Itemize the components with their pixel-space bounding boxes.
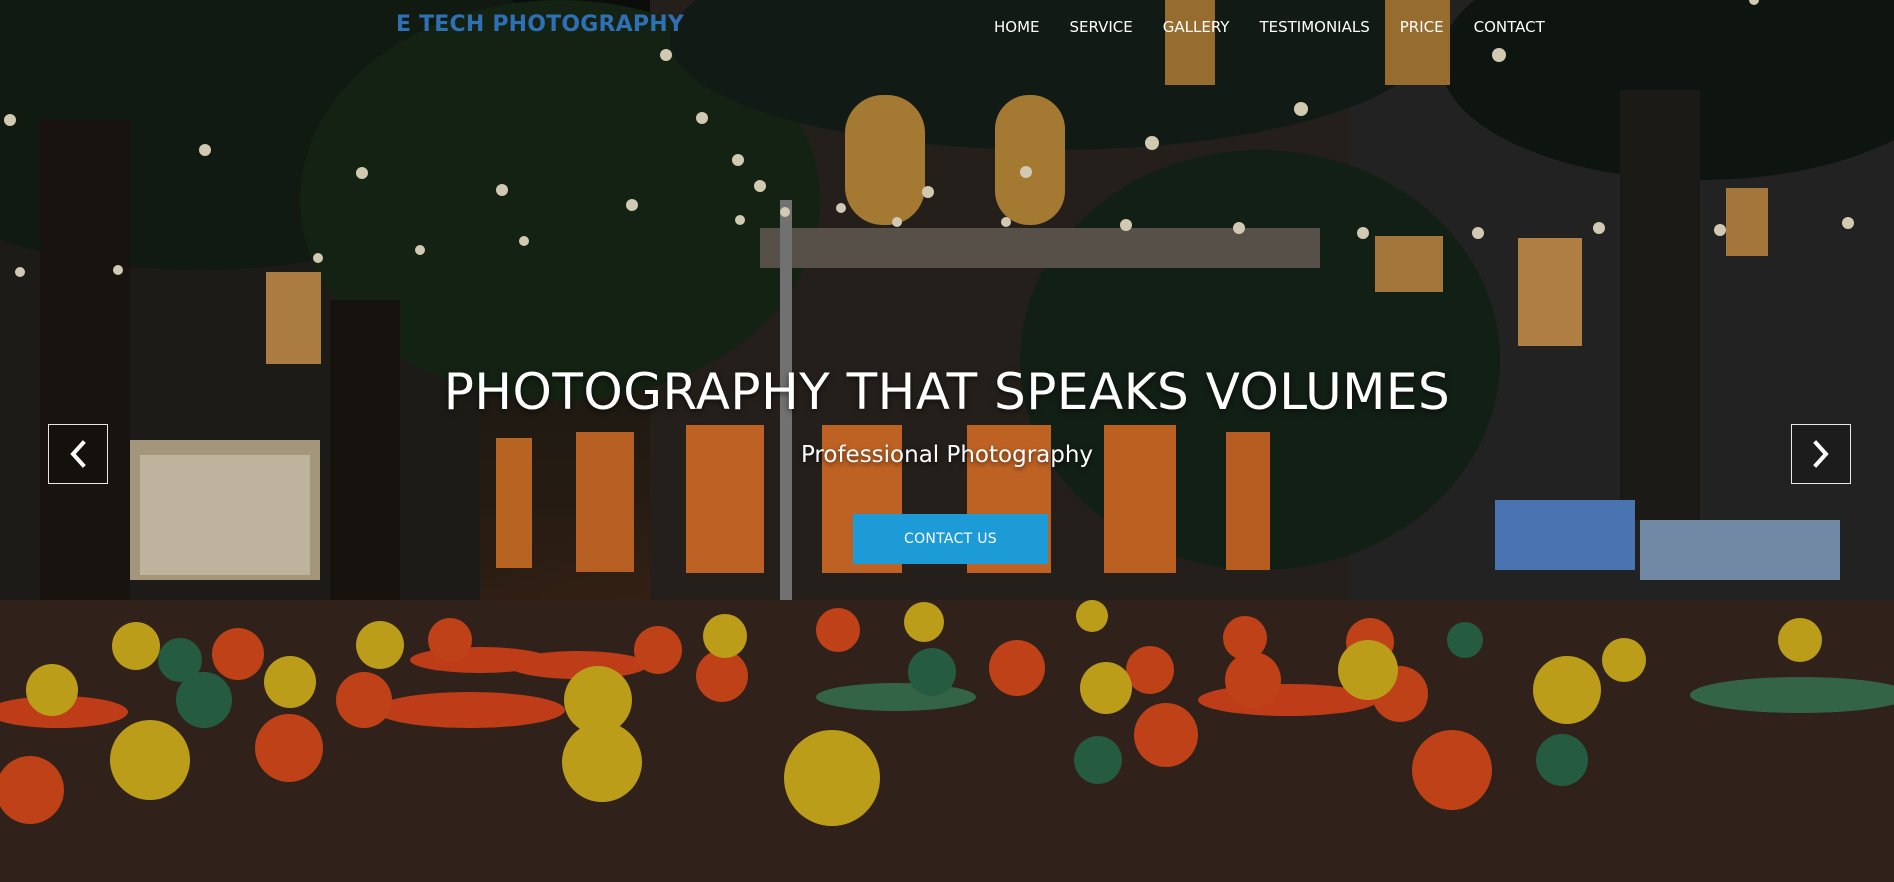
nav-item-service[interactable]: SERVICE bbox=[1070, 18, 1133, 36]
hero-background-image bbox=[0, 0, 1894, 882]
hero-title: PHOTOGRAPHY THAT SPEAKS VOLUMES bbox=[443, 363, 1451, 421]
navbar: E TECH PHOTOGRAPHY HOME SERVICE GALLERY … bbox=[0, 0, 1894, 54]
nav-item-home[interactable]: HOME bbox=[994, 18, 1040, 36]
brand-logo-link[interactable]: E TECH PHOTOGRAPHY bbox=[396, 12, 684, 37]
nav-item-price[interactable]: PRICE bbox=[1400, 18, 1444, 36]
carousel-prev-button[interactable] bbox=[48, 424, 108, 484]
carousel-next-button[interactable] bbox=[1791, 424, 1851, 484]
contact-us-button[interactable]: CONTACT US bbox=[853, 514, 1048, 564]
nav-item-testimonials[interactable]: TESTIMONIALS bbox=[1259, 18, 1369, 36]
hero-subtitle: Professional Photography bbox=[800, 442, 1094, 468]
nav-item-contact[interactable]: CONTACT bbox=[1474, 18, 1545, 36]
chevron-left-icon bbox=[70, 440, 86, 468]
hero-section: E TECH PHOTOGRAPHY HOME SERVICE GALLERY … bbox=[0, 0, 1894, 882]
nav-item-gallery[interactable]: GALLERY bbox=[1163, 18, 1230, 36]
chevron-right-icon bbox=[1813, 440, 1829, 468]
main-nav: HOME SERVICE GALLERY TESTIMONIALS PRICE … bbox=[994, 18, 1545, 36]
